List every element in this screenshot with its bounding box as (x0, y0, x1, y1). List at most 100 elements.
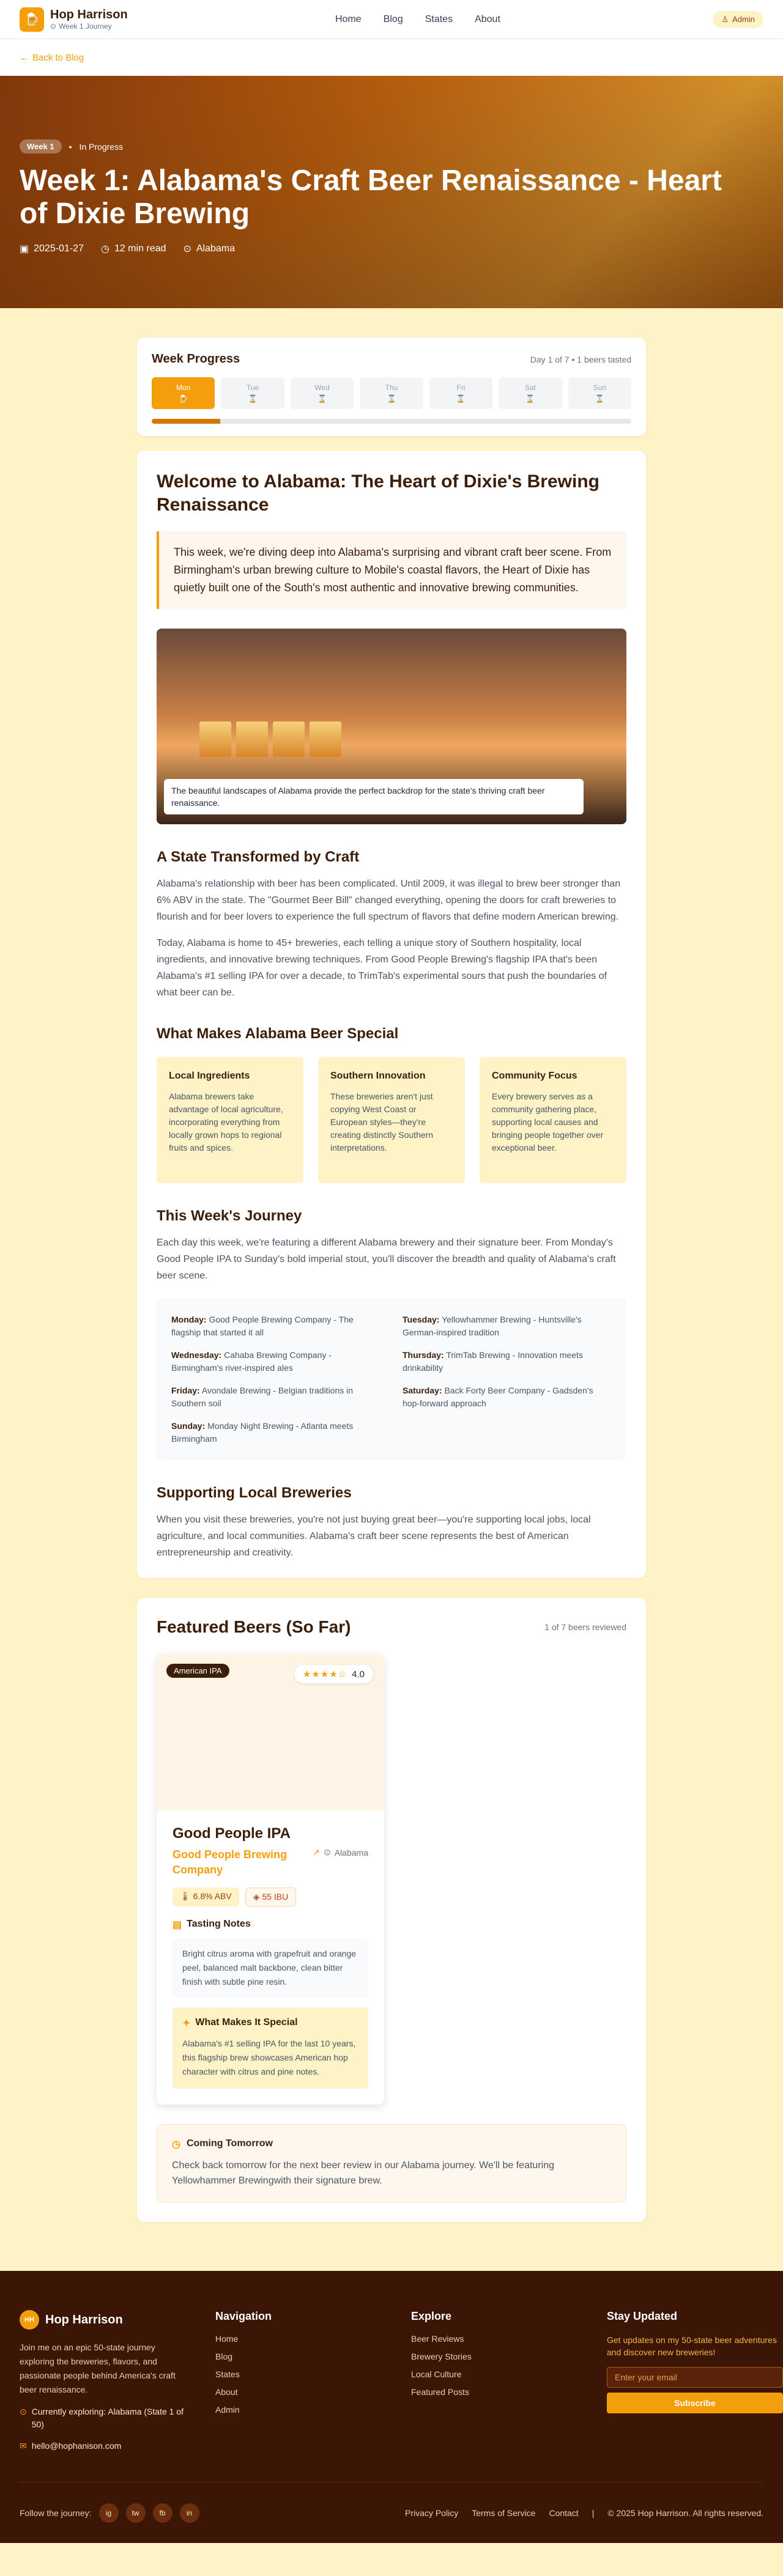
footer-email[interactable]: ✉ hello@hophanison.com (20, 2440, 197, 2452)
day-label: Sat (524, 383, 536, 392)
instagram-icon[interactable]: ig (98, 2503, 119, 2523)
special-heading: ✦ What Makes It Special (182, 2017, 358, 2029)
subscribe-button[interactable]: Subscribe (607, 2393, 783, 2413)
clock-icon: ◷ (172, 2139, 180, 2150)
footer-nav-title: Navigation (215, 2310, 272, 2322)
day-label: Wed (314, 383, 330, 392)
footer: HH Hop Harrison Join me on an epic 50-sta… (0, 2271, 783, 2543)
footer-link-beer-reviews[interactable]: Beer Reviews (411, 2334, 607, 2344)
tasting-title: Tasting Notes (187, 1919, 251, 1929)
footer-link-admin[interactable]: Admin (215, 2405, 411, 2415)
beer-state: ↗ ⊙ Alabama (313, 1847, 368, 1858)
day-thu[interactable]: Thu ⌛ (360, 377, 423, 409)
read-time: ◷ 12 min read (101, 243, 166, 255)
post-state-text: Alabama (196, 243, 235, 254)
list-item: Thursday: TrimTab Brewing - Innovation m… (403, 1349, 612, 1375)
rating-badge: ★★★★☆ 4.0 (294, 1665, 373, 1683)
read-time-text: 12 min read (114, 243, 166, 254)
coming-tomorrow: ◷ Coming Tomorrow Check back tomorrow for… (157, 2124, 626, 2202)
day-mon[interactable]: Mon 🍺 (152, 377, 215, 409)
intro-callout: This week, we're diving deep into Alabam… (157, 531, 626, 609)
paragraph: Today, Alabama is home to 45+ breweries,… (157, 938, 607, 998)
feature-text: These breweries aren't just copying West… (330, 1091, 434, 1153)
day-tue[interactable]: Tue ⌛ (221, 377, 284, 409)
thermometer-icon: 🌡 (180, 1891, 193, 1901)
footer-link-blog[interactable]: Blog (215, 2352, 411, 2361)
nav-home[interactable]: Home (335, 14, 362, 25)
location-pin-icon: ⊙ (20, 2407, 27, 2416)
contact-link[interactable]: Contact (549, 2508, 578, 2518)
main-nav: Home Blog States About (335, 14, 500, 25)
section-heading: Supporting Local Breweries (157, 1485, 352, 1501)
list-item: Monday: Good People Brewing Company - Th… (171, 1313, 380, 1339)
day-label: Fri (456, 383, 466, 392)
journey-day: Thursday: (403, 1350, 444, 1360)
feature-cards: Local Ingredients Alabama brewers take ad… (157, 1057, 626, 1183)
beer-glass-1 (199, 722, 231, 757)
external-link-icon[interactable]: ↗ (313, 1847, 320, 1858)
footer-link-states[interactable]: States (215, 2369, 411, 2379)
beer-card[interactable]: American IPA ★★★★☆ 4.0 Good People IPA Go… (157, 1654, 384, 2105)
tasting-notes: Bright citrus aroma with grapefruit and … (173, 1938, 368, 1998)
hop-icon: ◈ (253, 1892, 262, 1902)
footer-link-home[interactable]: Home (215, 2334, 411, 2344)
week-progress-card: Week Progress Day 1 of 7 • 1 beers taste… (137, 338, 646, 436)
section-heading: What Makes Alabama Beer Special (157, 1025, 399, 1042)
email-input[interactable]: Enter your email (607, 2367, 783, 2388)
twitter-icon[interactable]: tw (125, 2503, 146, 2523)
footer-link-featured-posts[interactable]: Featured Posts (411, 2387, 607, 2397)
list-item: Saturday: Back Forty Beer Company - Gads… (403, 1384, 612, 1410)
terms-link[interactable]: Terms of Service (472, 2508, 535, 2518)
nav-blog[interactable]: Blog (384, 14, 403, 25)
week-chip: Week 1 (20, 139, 62, 153)
day-sun[interactable]: Sun ⌛ (568, 377, 631, 409)
feature-text: Alabama brewers take advantage of local … (169, 1091, 283, 1153)
nav-states[interactable]: States (425, 14, 453, 25)
privacy-link[interactable]: Privacy Policy (405, 2508, 458, 2518)
day-sat[interactable]: Sat ⌛ (499, 377, 562, 409)
status-label: In Progress (79, 141, 124, 152)
hourglass-icon: ⌛ (595, 394, 604, 403)
copyright: © 2025 Hop Harrison. All rights reserved… (607, 2508, 763, 2518)
legal-links: Privacy Policy Terms of Service Contact … (405, 2508, 763, 2518)
day-wed[interactable]: Wed ⌛ (290, 377, 354, 409)
day-list: Mon 🍺 Tue ⌛ Wed ⌛ Thu ⌛ Fri ⌛ Sat ⌛ Sun ⌛ (152, 377, 631, 409)
social-links: Follow the journey: ig tw fb in (20, 2503, 199, 2523)
beer-glass-3 (273, 722, 305, 757)
footer-link-brewery-stories[interactable]: Brewery Stories (411, 2352, 607, 2361)
hourglass-icon: ⌛ (387, 394, 396, 403)
post-state: ⊙ Alabama (183, 243, 235, 255)
progress-bar (152, 419, 631, 424)
nav-about[interactable]: About (475, 14, 500, 25)
ibu-text: 55 IBU (262, 1892, 289, 1902)
hourglass-icon: ⌛ (317, 394, 327, 403)
status-dot: • (69, 141, 72, 152)
photo-caption: The beautiful landscapes of Alabama prov… (164, 779, 584, 814)
day-label: Mon (176, 383, 191, 392)
admin-label: Admin (732, 15, 755, 24)
page-title: Week 1: Alabama's Craft Beer Renaissance… (20, 164, 722, 230)
list-item: Sunday: Monday Night Brewing - Atlanta m… (171, 1420, 380, 1445)
list-item: Tuesday: Yellowhammer Brewing - Huntsvil… (403, 1313, 612, 1339)
hourglass-icon: ⌛ (456, 394, 466, 403)
beer-glass-2 (236, 722, 268, 757)
brand-title: Hop Harrison (50, 8, 128, 21)
footer-link-about[interactable]: About (215, 2387, 411, 2397)
back-to-blog-link[interactable]: ← Back to Blog (0, 39, 783, 76)
footer-description: Join me on an epic 50-state journey expl… (20, 2342, 176, 2394)
facebook-icon[interactable]: fb (152, 2503, 173, 2523)
admin-button[interactable]: ♙ Admin (713, 10, 763, 28)
tomorrow-text: Check back tomorrow for the next beer re… (172, 2160, 554, 2186)
progress-count: Day 1 of 7 • 1 beers tasted (530, 354, 631, 364)
brand[interactable]: 🍺 Hop Harrison ⊙ Week 1 Journey (20, 7, 128, 32)
linkedin-icon[interactable]: in (179, 2503, 199, 2523)
footer-link-local-culture[interactable]: Local Culture (411, 2369, 607, 2379)
beer-mug-icon: 🍺 (20, 7, 44, 32)
brewery-name[interactable]: Good People Brewing Company (173, 1847, 295, 1878)
user-icon: ♙ (721, 14, 729, 24)
journey-day: Saturday: (403, 1386, 442, 1395)
day-fri[interactable]: Fri ⌛ (429, 377, 493, 409)
brand-subtitle-text: Week 1 Journey (59, 22, 112, 31)
article-card: Welcome to Alabama: The Heart of Dixie's… (137, 451, 646, 1578)
day-label: Thu (385, 383, 398, 392)
